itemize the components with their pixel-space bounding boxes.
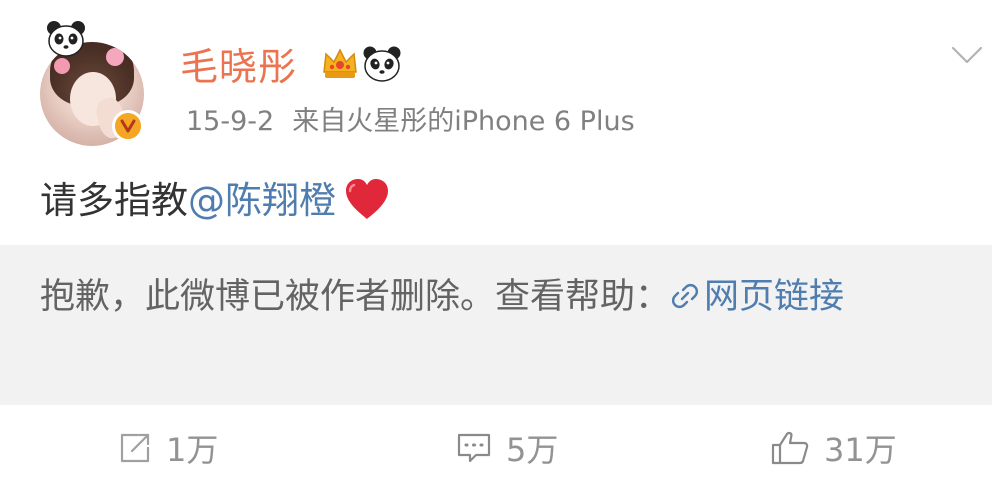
deleted-notice-text: 抱歉，此微博已被作者删除。查看帮助： 网页链接	[40, 269, 960, 325]
panda-icon	[363, 46, 401, 82]
post-date: 15-9-2	[186, 106, 275, 137]
post-content: 请多指教@陈翔橙	[40, 174, 392, 228]
repost-button[interactable]: 1万	[118, 425, 218, 471]
like-button[interactable]: 31万	[770, 425, 897, 471]
username-link[interactable]: 毛晓彤	[180, 44, 297, 90]
post-source: 来自火星彤的iPhone 6 Plus	[292, 106, 635, 137]
comment-count: 5万	[506, 431, 559, 469]
post-meta: 15-9-2 来自火星彤的iPhone 6 Plus	[186, 104, 635, 140]
repost-count: 1万	[166, 431, 219, 469]
deleted-notice: 抱歉，此微博已被作者删除。查看帮助： 网页链接	[0, 245, 992, 405]
verified-badge-icon	[112, 110, 144, 142]
weibo-post-card: 毛晓彤 15-9-2 来自火星彤的iPhone 6 Plus 请多指教@陈翔橙 抱…	[0, 0, 992, 490]
post-text: 请多指教	[40, 179, 188, 222]
mention-link[interactable]: @陈翔橙	[188, 179, 336, 222]
repost-icon	[120, 433, 150, 463]
panda-sticker-icon	[47, 21, 85, 57]
comment-button[interactable]: 5万	[456, 425, 558, 471]
chevron-down-icon[interactable]	[950, 44, 984, 66]
thumbs-up-icon	[771, 431, 809, 465]
deleted-message: 抱歉，此微博已被作者删除。查看帮助：	[40, 277, 671, 317]
action-bar: 1万 5万 31万	[0, 405, 992, 490]
like-count: 31万	[824, 431, 897, 469]
user-avatar[interactable]	[38, 20, 150, 146]
red-heart-icon	[346, 179, 388, 219]
comment-icon	[457, 433, 491, 463]
web-link[interactable]: 网页链接	[670, 277, 844, 317]
web-link-label: 网页链接	[704, 277, 845, 317]
link-icon	[671, 283, 699, 309]
crown-icon	[323, 48, 357, 78]
